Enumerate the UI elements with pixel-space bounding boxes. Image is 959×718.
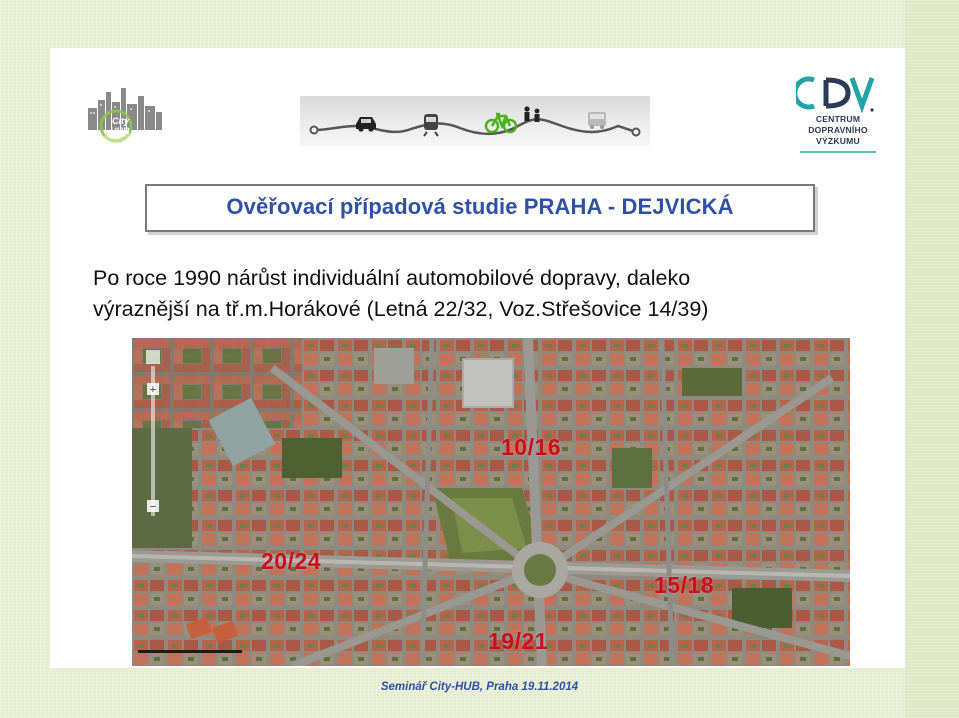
slide-title-box: Ověřovací případová studie PRAHA - DEJVI… [145,184,815,232]
aerial-map-image: + − [132,338,850,666]
map-label-north: 10/16 [501,434,562,460]
map-label-east: 15/18 [654,572,715,598]
slide-right-strip [905,0,959,718]
slide-footer: Seminář City-HUB, Praha 19.11.2014 [380,681,579,693]
tram-icon [423,114,439,137]
map-zoom-in-button[interactable]: + [150,384,156,396]
route-start-icon [309,125,319,135]
map-scale-bar [138,650,242,653]
cityhub-logo-text-hub: HUB [110,126,130,136]
aerial-map: + − 10/16 20/24 15/18 19/21 [132,338,850,666]
cityhub-logo-text-city: City [112,116,130,126]
body-text-line-2: výraznější na tř.m.Horákové (Letná 22/32… [93,297,709,321]
map-label-west: 20/24 [261,548,322,574]
route-end-icon [631,127,641,137]
cdv-logo-text-line3: VÝZKUMU [816,136,860,146]
cdv-logo-text-line2: DOPRAVNÍHO [808,125,868,135]
body-text-line-1: Po roce 1990 nárůst individuální automob… [93,266,691,290]
slide-title: Ověřovací případová studie PRAHA - DEJVI… [226,194,734,219]
map-label-south: 19/21 [488,628,549,654]
transport-modes-banner [300,96,650,146]
map-zoom-out-button[interactable]: − [150,501,156,513]
cityhub-logo: City HUB [88,88,162,143]
bus-icon [588,112,606,129]
cdv-logo-text-line1: CENTRUM [815,114,861,124]
car-icon [356,117,376,132]
